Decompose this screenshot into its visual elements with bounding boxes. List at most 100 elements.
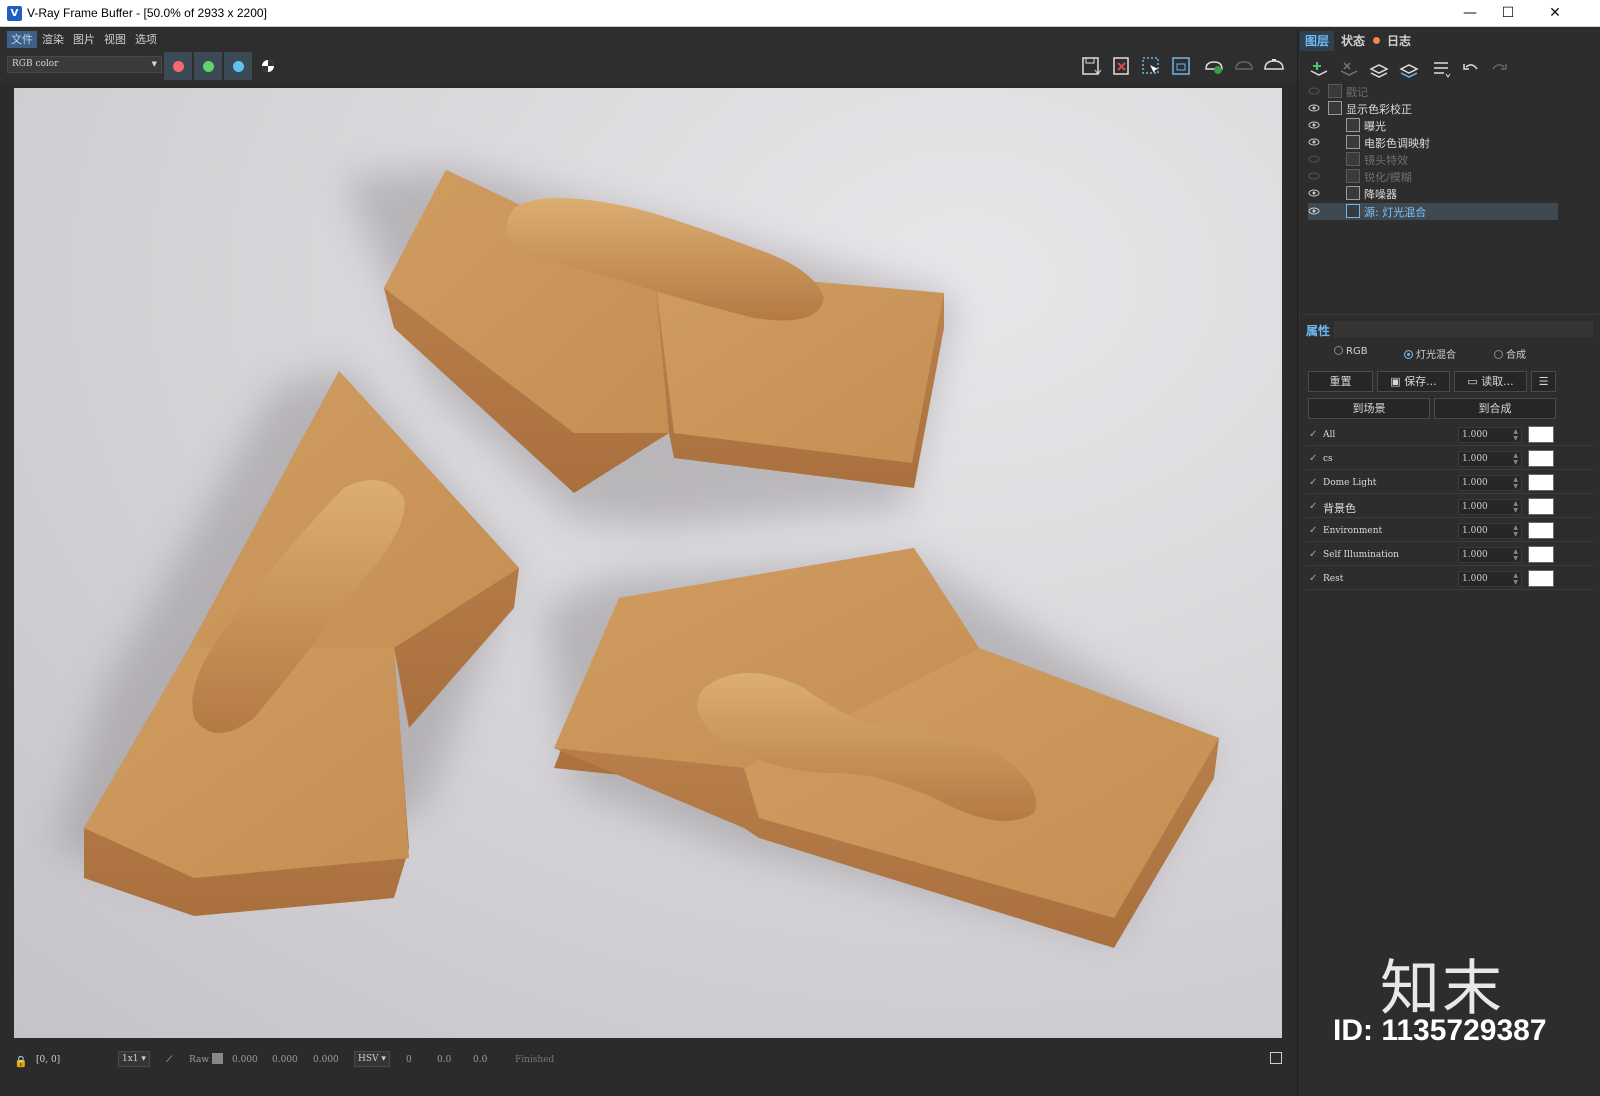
eye-icon[interactable] [1308,206,1320,216]
redo-button[interactable] [1488,58,1510,80]
radio-icon [1494,350,1503,359]
checkbox-checked-icon[interactable]: ✓ [1309,478,1319,488]
layer-row-sharpen-blur[interactable]: 锐化/模糊 [1308,168,1558,185]
lock-icon[interactable]: 🔒 [14,1055,28,1068]
color-swatch[interactable] [1528,522,1554,539]
intensity-input[interactable]: 1.000 ▲ ▼ [1458,571,1522,587]
spinner-icon[interactable]: ▲ ▼ [1513,452,1518,466]
half-circle-icon [262,60,274,72]
layer-row-lens-effects[interactable]: 镜头特效 [1308,151,1558,168]
eye-icon[interactable] [1308,188,1320,198]
reset-button[interactable]: 重置 [1308,371,1373,392]
menu-image[interactable]: 图片 [69,31,99,48]
menu-view[interactable]: 视图 [100,31,130,48]
spinner-icon[interactable]: ▲ ▼ [1513,524,1518,538]
layer-row-denoiser[interactable]: 降噪器 [1308,185,1558,202]
spinner-icon[interactable]: ▲ ▼ [1513,428,1518,442]
clear-image-button[interactable] [1110,55,1132,77]
eye-icon[interactable] [1308,86,1320,96]
teapot-refresh-icon [1205,61,1223,74]
add-layer-button[interactable] [1308,58,1330,80]
color-space-select[interactable]: HSV ▾ [354,1051,390,1067]
eye-icon[interactable] [1308,120,1320,130]
panel-splitter[interactable] [1302,314,1598,318]
checkbox-checked-icon[interactable]: ✓ [1309,550,1319,560]
render-interactive-button[interactable] [1202,55,1224,77]
layer-list-button[interactable] [1430,58,1452,80]
eye-icon[interactable] [1308,154,1320,164]
render-viewport[interactable] [14,88,1282,1038]
undo-button[interactable] [1460,58,1482,80]
layer-row-stamp[interactable]: 戳记 [1308,83,1558,100]
tab-stats[interactable]: 状态 [1336,31,1370,51]
redo-icon [1492,64,1507,70]
pick-icon[interactable]: ⟋ [166,1055,172,1065]
layer-row-tonemapping[interactable]: 电影色调映射 [1308,134,1558,151]
region-render-button[interactable] [1140,55,1162,77]
render-button[interactable] [1262,55,1284,77]
color-swatch[interactable] [1528,546,1554,563]
preset-menu-button[interactable]: ☰ [1531,371,1556,392]
to-scene-button[interactable]: 到场景 [1308,398,1430,419]
region-select-icon [1142,57,1159,74]
intensity-input[interactable]: 1.000 ▲ ▼ [1458,451,1522,467]
teapot-icon [1264,59,1284,70]
checkbox-checked-icon[interactable]: ✓ [1309,454,1319,464]
panel-toggle-icon[interactable] [1270,1052,1282,1064]
close-button[interactable]: ✕ [1532,0,1578,27]
eye-icon[interactable] [1308,103,1320,113]
tab-layers[interactable]: 图层 [1300,31,1335,51]
layer-row-exposure[interactable]: 曝光 [1308,117,1558,134]
spinner-icon[interactable]: ▲ ▼ [1513,572,1518,586]
spinner-icon[interactable]: ▲ ▼ [1513,500,1518,514]
mode-composite-radio[interactable]: 合成 [1494,346,1526,361]
color-swatch[interactable] [1528,570,1554,587]
menu-file[interactable]: 文件 [7,31,37,48]
eye-icon[interactable] [1308,137,1320,147]
pixel-b: 0.000 [313,1055,339,1065]
frame-icon [1172,57,1190,75]
light-name: Self Illumination [1323,550,1399,560]
eye-icon[interactable] [1308,171,1320,181]
save-image-button[interactable] [1080,55,1102,77]
intensity-input[interactable]: 1.000 ▲ ▼ [1458,547,1522,563]
blue-channel-button[interactable] [224,52,252,80]
zoom-select[interactable]: 1x1 ▾ [118,1051,150,1067]
save-preset-button[interactable]: ▣ 保存... [1377,371,1450,392]
color-swatch[interactable] [1528,498,1554,515]
mono-mode-button[interactable] [257,55,279,77]
checkbox-checked-icon[interactable]: ✓ [1309,574,1319,584]
layer-row-source-lightmix[interactable]: 源: 灯光混合 [1308,203,1558,220]
red-channel-button[interactable] [164,52,192,80]
status-bar: 🔒 [0, 0] 1x1 ▾ ⟋ Raw 0.000 0.000 0.000 H… [0,1046,1295,1074]
green-channel-button[interactable] [194,52,222,80]
mode-rgb-radio[interactable]: RGB [1334,346,1368,357]
intensity-input[interactable]: 1.000 ▲ ▼ [1458,475,1522,491]
color-swatch[interactable] [1528,450,1554,467]
spinner-icon[interactable]: ▲ ▼ [1513,476,1518,490]
intensity-input[interactable]: 1.000 ▲ ▼ [1458,427,1522,443]
layer-row-display-correction[interactable]: 显示色彩校正 [1308,100,1558,117]
checkbox-checked-icon[interactable]: ✓ [1309,502,1319,512]
track-mouse-button[interactable] [1170,55,1192,77]
remove-layer-button[interactable] [1338,58,1360,80]
maximize-button[interactable]: ☐ [1485,0,1531,27]
stamp-icon [1328,84,1342,98]
save-layers-button[interactable] [1368,58,1390,80]
intensity-input[interactable]: 1.000 ▲ ▼ [1458,523,1522,539]
intensity-input[interactable]: 1.000 ▲ ▼ [1458,499,1522,515]
channel-select[interactable]: RGB color ▼ [7,56,162,73]
checkbox-checked-icon[interactable]: ✓ [1309,430,1319,440]
to-composite-button[interactable]: 到合成 [1434,398,1556,419]
color-swatch[interactable] [1528,426,1554,443]
menu-options[interactable]: 选项 [131,31,161,48]
mode-lightmix-radio[interactable]: 灯光混合 [1404,346,1456,361]
tab-log[interactable]: 日志 [1382,31,1416,51]
checkbox-checked-icon[interactable]: ✓ [1309,526,1319,536]
menu-render[interactable]: 渲染 [38,31,68,48]
color-swatch[interactable] [1528,474,1554,491]
stop-render-button[interactable] [1232,55,1254,77]
load-layers-button[interactable] [1398,58,1420,80]
load-preset-button[interactable]: ▭ 读取... [1454,371,1527,392]
spinner-icon[interactable]: ▲ ▼ [1513,548,1518,562]
